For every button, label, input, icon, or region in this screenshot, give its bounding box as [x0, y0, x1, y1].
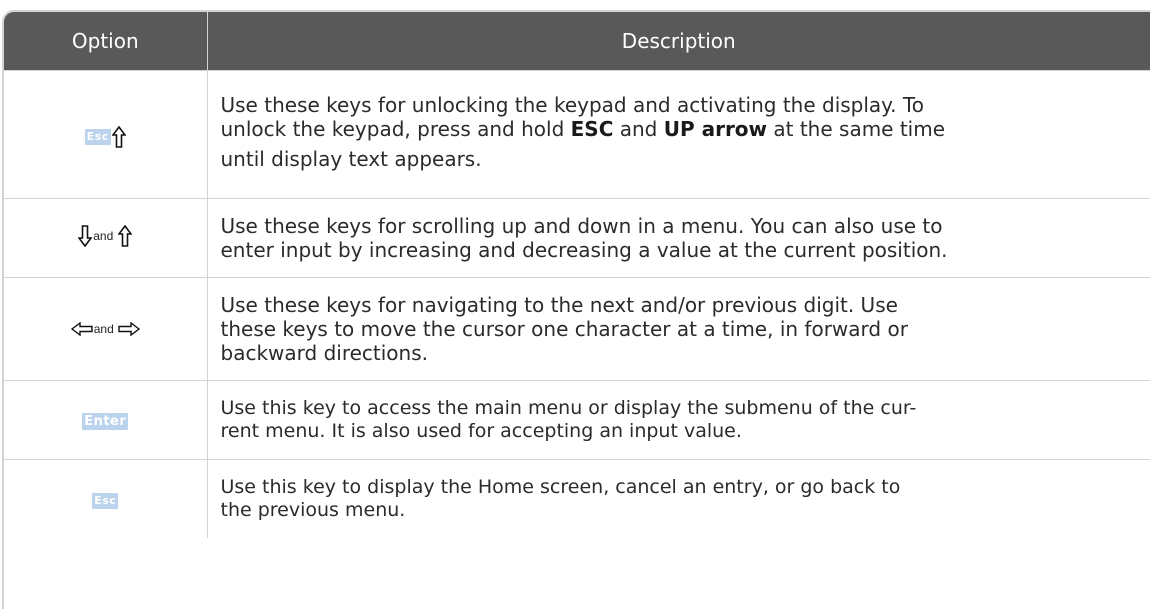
description-cell: Use this key to display the Home screen,…	[207, 459, 1150, 538]
description-cell: Use these keys for navigating to the nex…	[207, 277, 1150, 381]
table-row: Esc Use these keys for unlocking the key…	[4, 70, 1150, 199]
description-line: Use these keys for scrolling up and down…	[220, 214, 943, 238]
description-cell: Use these keys for scrolling up and down…	[207, 198, 1150, 278]
up-arrow-icon	[111, 126, 126, 148]
table-row: and Use these keys for navigating to the…	[4, 277, 1150, 381]
description-line: the previous menu.	[220, 499, 406, 521]
description-line: Use these keys for unlocking the keypad …	[220, 92, 924, 117]
description-text: and	[613, 116, 664, 141]
up-arrow-term: UP arrow	[663, 116, 768, 141]
option-column-header: Option	[4, 12, 208, 71]
description-line: Use this key to display the Home screen,…	[220, 476, 901, 498]
option-cell: and	[4, 198, 208, 278]
esc-key-icon: Esc	[92, 492, 119, 509]
right-arrow-icon	[118, 322, 140, 336]
down-arrow-icon	[78, 225, 93, 247]
table-row: Enter Use this key to access the main me…	[4, 380, 1150, 460]
description-line: Use this key to access the main menu or …	[220, 397, 917, 419]
description-line: until display text appears.	[220, 146, 482, 171]
esc-key-icon: Esc	[84, 129, 111, 145]
description-cell: Use these keys for unlocking the keypad …	[207, 70, 1150, 199]
up-arrow-icon	[118, 225, 133, 247]
and-label: and	[93, 229, 114, 243]
option-cell: Esc	[4, 459, 208, 538]
options-table: Option Description Esc Use these keys fo…	[4, 12, 1150, 538]
description-line: rent menu. It is also used for accepting…	[220, 420, 742, 442]
option-cell: and	[4, 277, 208, 381]
option-cell: Enter	[4, 380, 208, 460]
table-row: Esc Use this key to display the Home scr…	[4, 459, 1150, 538]
description-text: unlock the keypad, press and hold	[220, 116, 571, 141]
description-line: these keys to move the cursor one charac…	[220, 317, 908, 341]
and-label: and	[93, 322, 114, 336]
table-row: and Use these keys for scrolling up and …	[4, 198, 1150, 278]
description-line: enter input by increasing and decreasing…	[220, 238, 948, 262]
esc-key-term: ESC	[570, 116, 614, 141]
description-cell: Use this key to access the main menu or …	[207, 380, 1150, 460]
keypad-options-table: Option Description Esc Use these keys fo…	[2, 10, 1150, 609]
description-line: Use these keys for navigating to the nex…	[220, 293, 898, 317]
left-arrow-icon	[70, 322, 93, 336]
enter-key-icon: Enter	[82, 413, 129, 430]
description-line: backward directions.	[220, 341, 429, 365]
option-cell: Esc	[4, 70, 208, 199]
description-column-header: Description	[207, 12, 1150, 71]
description-line: unlock the keypad, press and hold ESC an…	[221, 117, 1145, 141]
description-text: at the same time	[767, 116, 946, 141]
table-header-row: Option Description	[4, 12, 1150, 71]
